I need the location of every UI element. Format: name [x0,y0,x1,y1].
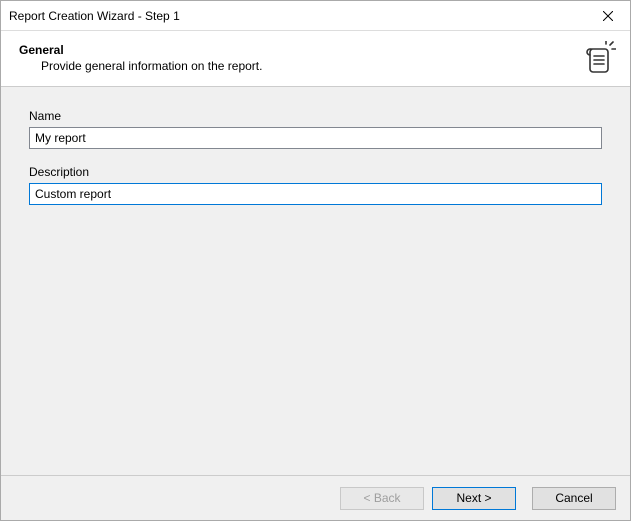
name-label: Name [29,109,602,123]
name-field-group: Name [29,109,602,149]
window-title: Report Creation Wizard - Step 1 [9,9,180,23]
titlebar: Report Creation Wizard - Step 1 [1,1,630,31]
description-field-group: Description [29,165,602,205]
header-text: General Provide general information on t… [19,41,262,73]
header-description: Provide general information on the repor… [41,59,262,73]
wizard-header: General Provide general information on t… [1,31,630,87]
back-button: < Back [340,487,424,510]
close-icon [603,11,613,21]
description-input[interactable] [29,183,602,205]
name-input[interactable] [29,127,602,149]
description-label: Description [29,165,602,179]
wizard-footer: < Back Next > Cancel [1,476,630,520]
header-title: General [19,43,262,57]
close-button[interactable] [585,1,630,31]
cancel-button[interactable]: Cancel [532,487,616,510]
report-scroll-icon [580,41,616,77]
next-button[interactable]: Next > [432,487,516,510]
wizard-content: Name Description [1,87,630,476]
